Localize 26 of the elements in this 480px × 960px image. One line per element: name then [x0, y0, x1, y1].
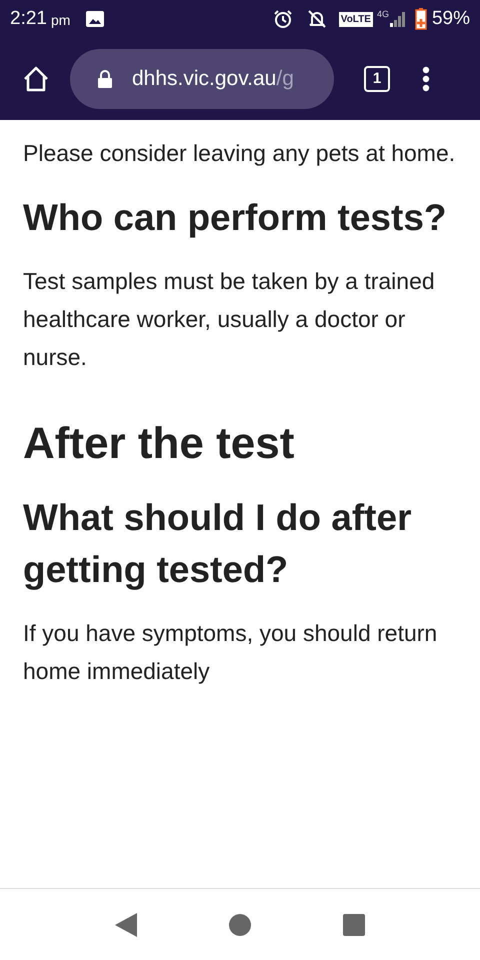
volte-badge: VoLTE: [338, 12, 373, 26]
home-circle-icon[interactable]: [229, 914, 251, 936]
body-text: Please consider leaving any pets at home.: [23, 139, 456, 168]
body-text: If you have symptoms, you should return home immediately: [23, 619, 438, 686]
url-domain: dhhs.vic.gov.au: [132, 66, 276, 92]
url-path: /g: [276, 66, 294, 92]
back-icon[interactable]: [115, 912, 137, 936]
section-subheading: Who can perform tests?: [23, 196, 448, 240]
body-text: Test samples must be taken by a trained healthcare worker, usually a doctor or nurse.: [23, 267, 436, 372]
battery-level: 59%: [432, 6, 470, 31]
battery-icon: [414, 8, 427, 30]
muted-bell-icon: [306, 9, 327, 29]
section-heading: After the test: [23, 418, 296, 470]
status-time: 2:21: [10, 6, 47, 31]
recents-icon[interactable]: [343, 914, 365, 936]
section-subheading: What should I do after getting tested?: [23, 496, 412, 592]
tab-count-button[interactable]: 1: [364, 66, 390, 92]
signal-icon: [388, 11, 407, 27]
alarm-icon: [272, 9, 293, 29]
home-icon[interactable]: [22, 66, 50, 92]
status-ampm: pm: [50, 11, 70, 30]
network-type: 4G: [376, 8, 389, 21]
address-bar[interactable]: dhhs.vic.gov.au/g: [70, 49, 334, 109]
menu-icon[interactable]: [422, 66, 430, 92]
image-icon: [86, 11, 104, 27]
lock-icon: [98, 70, 112, 88]
